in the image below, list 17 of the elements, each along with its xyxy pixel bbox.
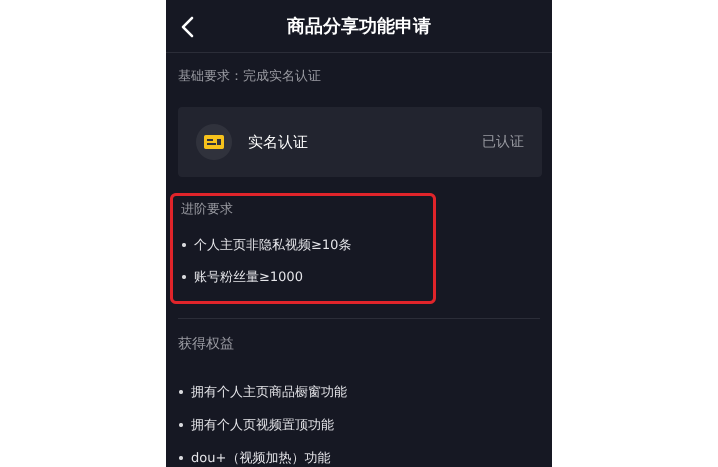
section-heading: 进阶要求 <box>181 201 234 219</box>
basic-requirement-text: 基础要求：完成实名认证 <box>177 68 322 86</box>
page-title: 商品分享功能申请 <box>287 15 431 38</box>
bullet-icon <box>179 422 183 426</box>
section-heading: 获得权益 <box>177 335 235 354</box>
verification-card[interactable]: 实名认证 已认证 <box>178 107 542 177</box>
back-icon[interactable] <box>180 16 194 38</box>
benefit-text: 拥有个人主页商品橱窗功能 <box>191 384 347 400</box>
id-card-icon <box>196 124 232 160</box>
requirement-text: 账号粉丝量≥1000 <box>194 269 303 286</box>
benefit-text: dou+（视频加热）功能 <box>191 450 330 466</box>
bullet-icon <box>182 275 186 279</box>
benefit-text: 拥有个人页视频置顶功能 <box>191 416 334 434</box>
requirement-text: 个人主页非隐私视频≥10条 <box>194 237 352 254</box>
bullet-icon <box>179 390 183 394</box>
bullet-icon <box>182 243 186 247</box>
bullet-icon <box>179 456 183 460</box>
